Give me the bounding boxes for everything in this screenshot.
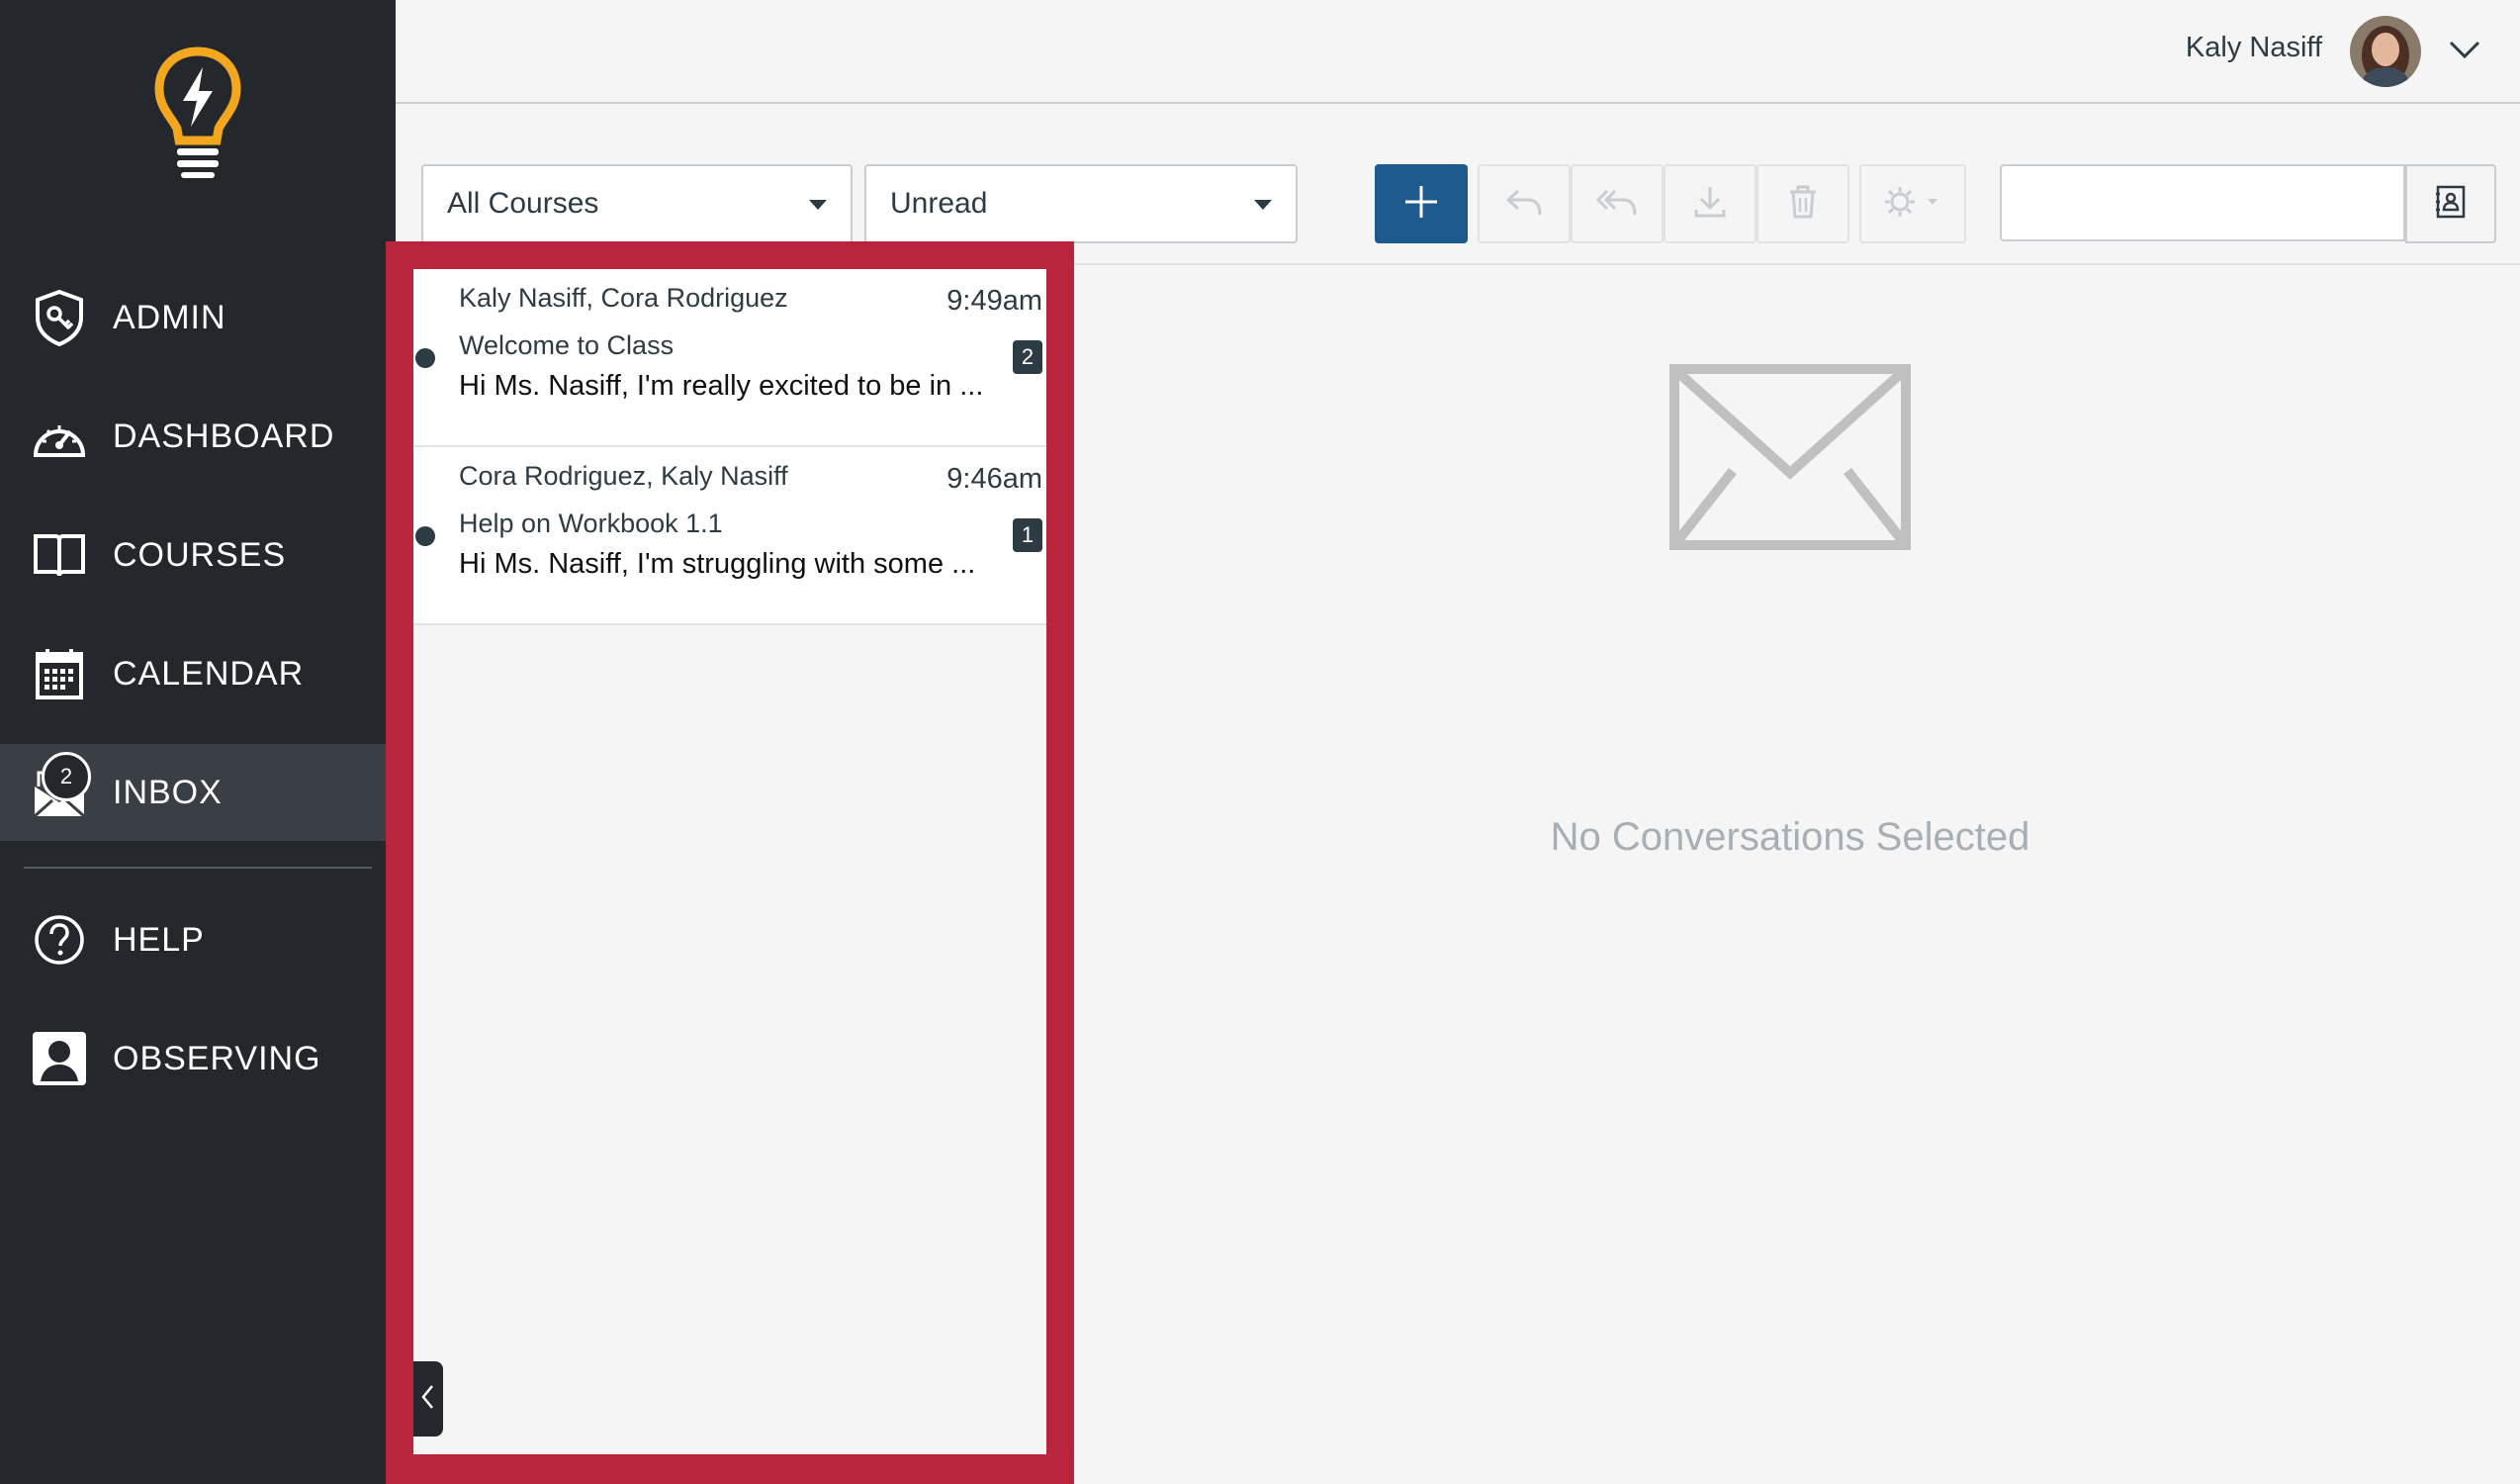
nav-item-observing[interactable]: OBSERVING — [0, 1010, 386, 1107]
reply-all-icon — [1595, 185, 1639, 224]
global-navigation: ADMIN DASHBOARD COURSES CALENDAR INBOX 2… — [0, 0, 396, 1484]
caret-down-icon — [1254, 200, 1272, 210]
calendar-icon — [30, 644, 89, 703]
conversation-participants: Cora Rodriguez, Kaly Nasiff — [459, 461, 788, 491]
type-filter-select[interactable]: Unread — [864, 164, 1298, 243]
nav-label-admin: ADMIN — [113, 298, 226, 336]
message-count-badge: 1 — [1013, 518, 1042, 552]
chevron-left-icon — [420, 1382, 436, 1417]
conversation-item[interactable]: Cora Rodriguez, Kaly Nasiff 9:46am Help … — [413, 447, 1046, 625]
nav-item-calendar[interactable]: CALENDAR — [0, 625, 386, 722]
reply-icon — [1504, 185, 1544, 224]
top-header: Kaly Nasiff — [396, 0, 2520, 104]
settings-menu-button[interactable] — [1859, 164, 1966, 243]
admin-shield-icon — [30, 288, 89, 347]
unread-dot-icon[interactable] — [415, 526, 435, 546]
gear-icon — [1882, 184, 1943, 225]
download-icon — [1692, 184, 1728, 225]
help-icon — [30, 910, 89, 970]
nav-item-admin[interactable]: ADMIN — [0, 269, 386, 366]
trash-icon — [1787, 184, 1819, 225]
dashboard-gauge-icon — [30, 407, 89, 466]
nav-label-dashboard: DASHBOARD — [113, 417, 335, 455]
conversation-subject: Welcome to Class — [459, 330, 675, 360]
conversation-item[interactable]: Kaly Nasiff, Cora Rodriguez 9:49am Welco… — [413, 269, 1046, 447]
archive-button[interactable] — [1664, 164, 1756, 243]
nav-item-help[interactable]: HELP — [0, 891, 386, 988]
nav-label-help: HELP — [113, 920, 205, 959]
nav-label-observing: OBSERVING — [113, 1039, 321, 1077]
reply-all-button[interactable] — [1571, 164, 1664, 243]
type-filter-value: Unread — [890, 187, 988, 220]
nav-label-calendar: CALENDAR — [113, 654, 305, 693]
delete-button[interactable] — [1756, 164, 1849, 243]
conversation-time: 9:46am — [946, 463, 1042, 495]
nav-divider — [24, 867, 372, 869]
conversation-participants: Kaly Nasiff, Cora Rodriguez — [459, 283, 788, 313]
conversation-preview: Hi Ms. Nasiff, I'm really excited to be … — [459, 370, 984, 402]
reply-button[interactable] — [1478, 164, 1571, 243]
nav-item-dashboard[interactable]: DASHBOARD — [0, 388, 386, 485]
user-menu-chevron-down-icon[interactable] — [2445, 30, 2484, 69]
caret-down-icon — [809, 200, 827, 210]
user-name[interactable]: Kaly Nasiff — [2186, 32, 2322, 64]
conversation-preview: Hi Ms. Nasiff, I'm struggling with some … — [459, 548, 976, 580]
empty-state-text: No Conversations Selected — [1550, 815, 2030, 859]
nav-label-courses: COURSES — [113, 535, 287, 574]
address-book-icon — [2434, 184, 2468, 225]
nav-item-courses[interactable]: COURSES — [0, 507, 386, 603]
observer-icon — [30, 1029, 89, 1088]
inbox-unread-badge: 2 — [42, 752, 91, 801]
course-filter-select[interactable]: All Courses — [421, 164, 853, 243]
nav-label-inbox: INBOX — [113, 773, 223, 811]
address-book-button[interactable] — [2405, 164, 2496, 243]
compose-button[interactable] — [1375, 164, 1468, 243]
conversation-time: 9:49am — [946, 285, 1042, 317]
conversation-subject: Help on Workbook 1.1 — [459, 509, 723, 538]
course-filter-value: All Courses — [447, 187, 599, 220]
plus-icon — [1403, 184, 1439, 225]
user-avatar[interactable] — [2350, 16, 2421, 87]
unread-dot-icon[interactable] — [415, 348, 435, 368]
envelope-icon — [1669, 364, 1911, 550]
lightbulb-logo-icon[interactable] — [153, 46, 242, 179]
book-icon — [30, 525, 89, 585]
recipient-search-input[interactable] — [2000, 164, 2405, 241]
collapse-list-button[interactable] — [413, 1361, 443, 1437]
message-count-badge: 2 — [1013, 340, 1042, 374]
